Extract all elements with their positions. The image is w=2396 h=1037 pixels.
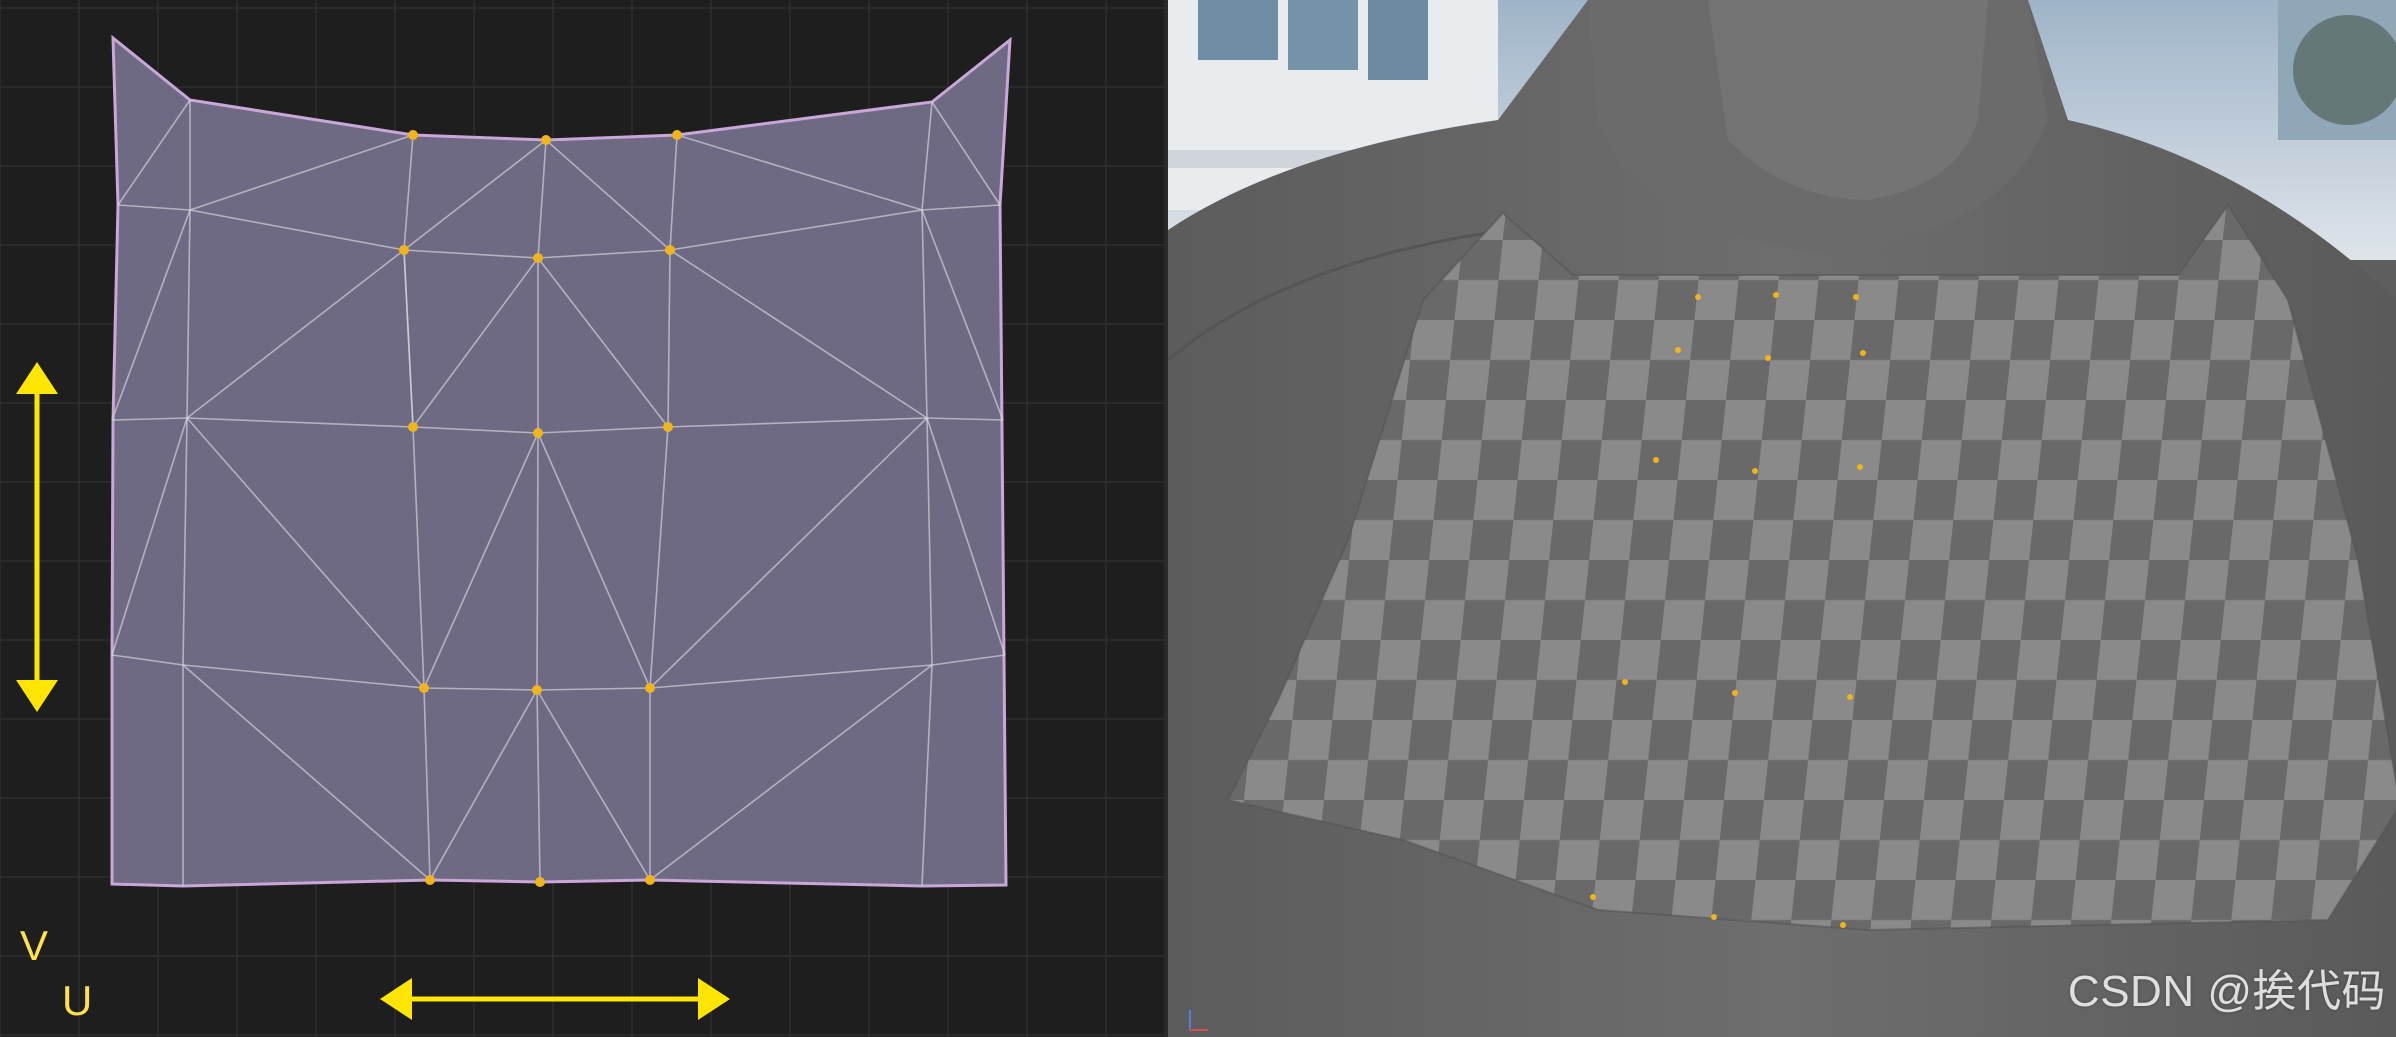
uv-editor-canvas[interactable] <box>0 0 1164 1037</box>
u-axis-label: U <box>62 977 93 1024</box>
watermark-text: CSDN @挨代码 <box>2067 967 2386 1016</box>
uv-pin[interactable] <box>532 685 542 695</box>
viewport-scene[interactable] <box>1168 0 2396 1037</box>
viewport-pin[interactable] <box>1752 468 1758 474</box>
u-direction-arrow-icon <box>380 978 730 1020</box>
uv-pin[interactable] <box>533 428 543 438</box>
uv-editor-panel[interactable]: V U <box>0 0 1164 1037</box>
viewport-pin[interactable] <box>1847 694 1853 700</box>
uv-pin[interactable] <box>533 253 543 263</box>
viewport-pin[interactable] <box>1711 914 1717 920</box>
v-axis-label: V <box>20 922 49 969</box>
viewport-pin[interactable] <box>1853 294 1859 300</box>
uv-pin[interactable] <box>419 683 429 693</box>
viewport-pin[interactable] <box>1695 294 1701 300</box>
uv-pin[interactable] <box>425 875 435 885</box>
uv-island-fill <box>110 34 1012 888</box>
uv-pin[interactable] <box>408 130 418 140</box>
viewport-pin[interactable] <box>1840 922 1846 928</box>
uv-pin[interactable] <box>399 245 409 255</box>
v-direction-arrow-icon <box>16 362 58 712</box>
viewport-pin[interactable] <box>1590 894 1596 900</box>
uv-pin[interactable] <box>663 422 673 432</box>
uv-pin[interactable] <box>645 683 655 693</box>
uv-pin[interactable] <box>672 130 682 140</box>
viewport-pin[interactable] <box>1622 679 1628 685</box>
viewport-pin[interactable] <box>1765 355 1771 361</box>
viewport-pin[interactable] <box>1675 347 1681 353</box>
viewport-pin[interactable] <box>1653 457 1659 463</box>
viewport-pin[interactable] <box>1732 690 1738 696</box>
uv-pin[interactable] <box>665 245 675 255</box>
3d-viewport[interactable]: CSDN @挨代码 <box>1168 0 2396 1037</box>
uv-pin[interactable] <box>541 135 551 145</box>
viewport-pin[interactable] <box>1857 464 1863 470</box>
uv-pin[interactable] <box>645 875 655 885</box>
uv-island[interactable] <box>110 34 1012 888</box>
uv-pin[interactable] <box>408 422 418 432</box>
viewport-pin[interactable] <box>1773 292 1779 298</box>
uv-pin[interactable] <box>535 877 545 887</box>
viewport-pin[interactable] <box>1860 350 1866 356</box>
